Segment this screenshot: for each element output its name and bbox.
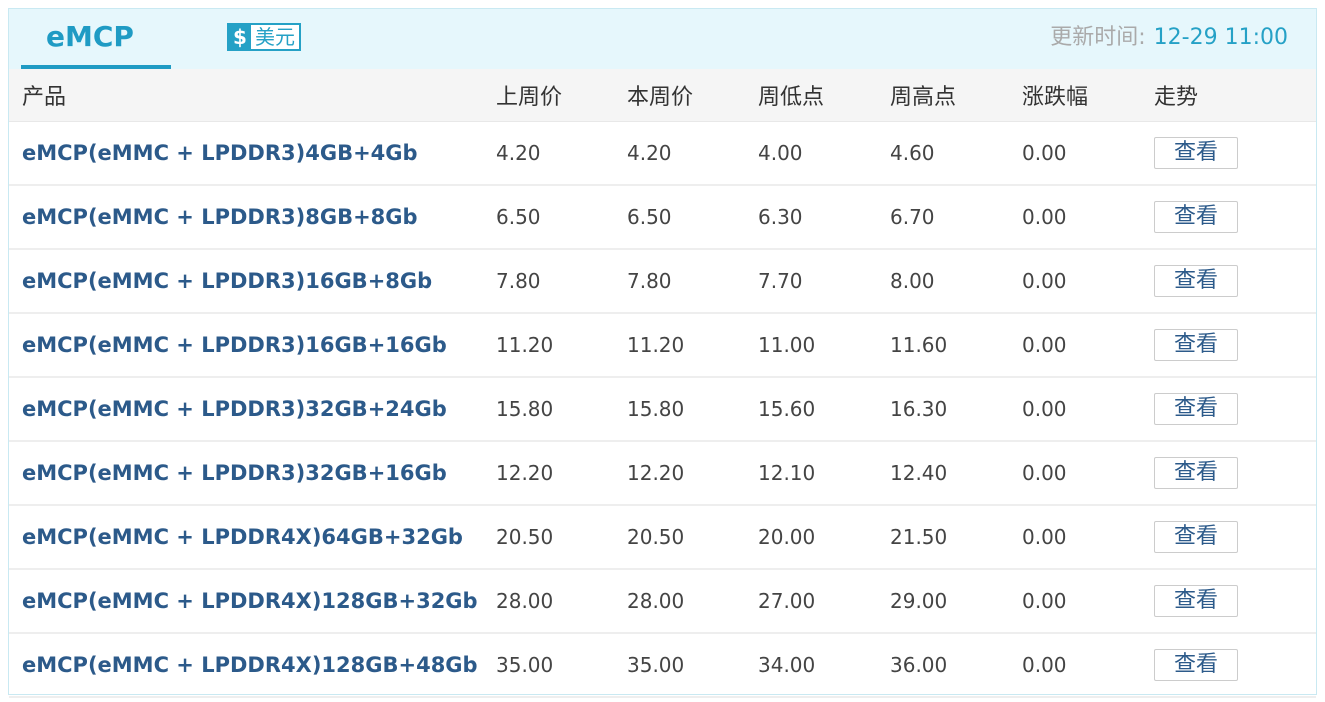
table-row: eMCP(eMMC + LPDDR3)8GB+8Gb 6.50 6.50 6.3…	[9, 185, 1316, 250]
table-row: eMCP(eMMC + LPDDR4X)64GB+32Gb 20.50 20.5…	[9, 505, 1316, 570]
product-link[interactable]: eMCP(eMMC + LPDDR3)32GB+16Gb	[9, 441, 496, 506]
table-row: eMCP(eMMC + LPDDR3)16GB+16Gb 11.20 11.20…	[9, 313, 1316, 378]
price-panel: eMCP $ 美元 更新时间: 12-29 11:00 产品 上周价 本周价 周低…	[8, 8, 1317, 698]
product-link[interactable]: eMCP(eMMC + LPDDR4X)128GB+32Gb	[9, 569, 496, 634]
price-table: 产品 上周价 本周价 周低点 周高点 涨跌幅 走势 eMCP(eMMC + LP…	[9, 69, 1316, 698]
product-link[interactable]: eMCP(eMMC + LPDDR3)32GB+24Gb	[9, 377, 496, 442]
header-week-high: 周高点	[890, 69, 1022, 122]
table-row: eMCP(eMMC + LPDDR4X)128GB+32Gb 28.00 28.…	[9, 569, 1316, 634]
this-week-price: 28.00	[627, 569, 758, 634]
trend-cell: 查看	[1154, 185, 1316, 250]
dollar-icon: $	[229, 25, 251, 49]
table-row: eMCP(eMMC + LPDDR3)32GB+16Gb 12.20 12.20…	[9, 441, 1316, 506]
week-high: 12.40	[890, 441, 1022, 506]
this-week-price: 7.80	[627, 249, 758, 314]
this-week-price: 20.50	[627, 505, 758, 570]
this-week-price: 4.20	[627, 121, 758, 186]
update-time: 更新时间: 12-29 11:00	[1050, 23, 1288, 53]
product-link[interactable]: eMCP(eMMC + LPDDR4X)64GB+32Gb	[9, 505, 496, 570]
last-week-price: 20.50	[496, 505, 627, 570]
week-low: 4.00	[758, 121, 890, 186]
header-product: 产品	[9, 69, 496, 122]
table-row: eMCP(eMMC + LPDDR3)16GB+8Gb 7.80 7.80 7.…	[9, 249, 1316, 314]
header-this-week: 本周价	[627, 69, 758, 122]
view-trend-button[interactable]: 查看	[1154, 136, 1238, 169]
change: 0.00	[1022, 121, 1154, 186]
change: 0.00	[1022, 313, 1154, 378]
table-row: eMCP(eMMC + LPDDR3)4GB+4Gb 4.20 4.20 4.0…	[9, 121, 1316, 186]
week-high: 21.50	[890, 505, 1022, 570]
trend-cell: 查看	[1154, 633, 1316, 698]
this-week-price: 35.00	[627, 633, 758, 698]
week-low: 20.00	[758, 505, 890, 570]
trend-cell: 查看	[1154, 505, 1316, 570]
week-high: 16.30	[890, 377, 1022, 442]
product-link[interactable]: eMCP(eMMC + LPDDR3)8GB+8Gb	[9, 185, 496, 250]
week-low: 15.60	[758, 377, 890, 442]
change: 0.00	[1022, 185, 1154, 250]
last-week-price: 28.00	[496, 569, 627, 634]
change: 0.00	[1022, 569, 1154, 634]
week-low: 11.00	[758, 313, 890, 378]
week-low: 7.70	[758, 249, 890, 314]
week-high: 8.00	[890, 249, 1022, 314]
currency-label: 美元	[255, 25, 295, 49]
last-week-price: 12.20	[496, 441, 627, 506]
view-trend-button[interactable]: 查看	[1154, 393, 1238, 425]
table-row: eMCP(eMMC + LPDDR3)32GB+24Gb 15.80 15.80…	[9, 377, 1316, 442]
trend-cell: 查看	[1154, 249, 1316, 314]
update-time-label: 更新时间:	[1050, 25, 1146, 50]
view-trend-button[interactable]: 查看	[1154, 649, 1238, 681]
view-trend-button[interactable]: 查看	[1154, 201, 1238, 233]
trend-cell: 查看	[1154, 121, 1316, 186]
currency-toggle[interactable]: $ 美元	[227, 23, 301, 51]
header-change: 涨跌幅	[1022, 69, 1154, 122]
week-low: 27.00	[758, 569, 890, 634]
last-week-price: 15.80	[496, 377, 627, 442]
week-low: 6.30	[758, 185, 890, 250]
product-link[interactable]: eMCP(eMMC + LPDDR4X)128GB+48Gb	[9, 633, 496, 698]
last-week-price: 11.20	[496, 313, 627, 378]
this-week-price: 12.20	[627, 441, 758, 506]
view-trend-button[interactable]: 查看	[1154, 265, 1238, 297]
update-time-value: 12-29 11:00	[1153, 25, 1288, 50]
change: 0.00	[1022, 249, 1154, 314]
product-link[interactable]: eMCP(eMMC + LPDDR3)16GB+8Gb	[9, 249, 496, 314]
product-link[interactable]: eMCP(eMMC + LPDDR3)16GB+16Gb	[9, 313, 496, 378]
this-week-price: 15.80	[627, 377, 758, 442]
last-week-price: 6.50	[496, 185, 627, 250]
trend-cell: 查看	[1154, 313, 1316, 378]
header-trend: 走势	[1154, 69, 1316, 122]
week-low: 34.00	[758, 633, 890, 698]
view-trend-button[interactable]: 查看	[1154, 457, 1238, 489]
change: 0.00	[1022, 377, 1154, 442]
change: 0.00	[1022, 633, 1154, 698]
week-high: 29.00	[890, 569, 1022, 634]
header-last-week: 上周价	[496, 69, 627, 122]
table-row: eMCP(eMMC + LPDDR4X)128GB+48Gb 35.00 35.…	[9, 633, 1316, 698]
week-high: 36.00	[890, 633, 1022, 698]
week-high: 4.60	[890, 121, 1022, 186]
trend-cell: 查看	[1154, 569, 1316, 634]
view-trend-button[interactable]: 查看	[1154, 521, 1238, 553]
last-week-price: 7.80	[496, 249, 627, 314]
trend-cell: 查看	[1154, 377, 1316, 442]
week-high: 6.70	[890, 185, 1022, 250]
last-week-price: 35.00	[496, 633, 627, 698]
table-header-row: 产品 上周价 本周价 周低点 周高点 涨跌幅 走势	[9, 69, 1316, 122]
change: 0.00	[1022, 441, 1154, 506]
this-week-price: 6.50	[627, 185, 758, 250]
trend-cell: 查看	[1154, 441, 1316, 506]
last-week-price: 4.20	[496, 121, 627, 186]
change: 0.00	[1022, 505, 1154, 570]
product-link[interactable]: eMCP(eMMC + LPDDR3)4GB+4Gb	[9, 121, 496, 186]
tab-emcp[interactable]: eMCP	[9, 9, 171, 69]
this-week-price: 11.20	[627, 313, 758, 378]
panel-header: eMCP $ 美元 更新时间: 12-29 11:00	[9, 9, 1316, 69]
week-high: 11.60	[890, 313, 1022, 378]
week-low: 12.10	[758, 441, 890, 506]
view-trend-button[interactable]: 查看	[1154, 329, 1238, 361]
view-trend-button[interactable]: 查看	[1154, 585, 1238, 617]
header-week-low: 周低点	[758, 69, 890, 122]
